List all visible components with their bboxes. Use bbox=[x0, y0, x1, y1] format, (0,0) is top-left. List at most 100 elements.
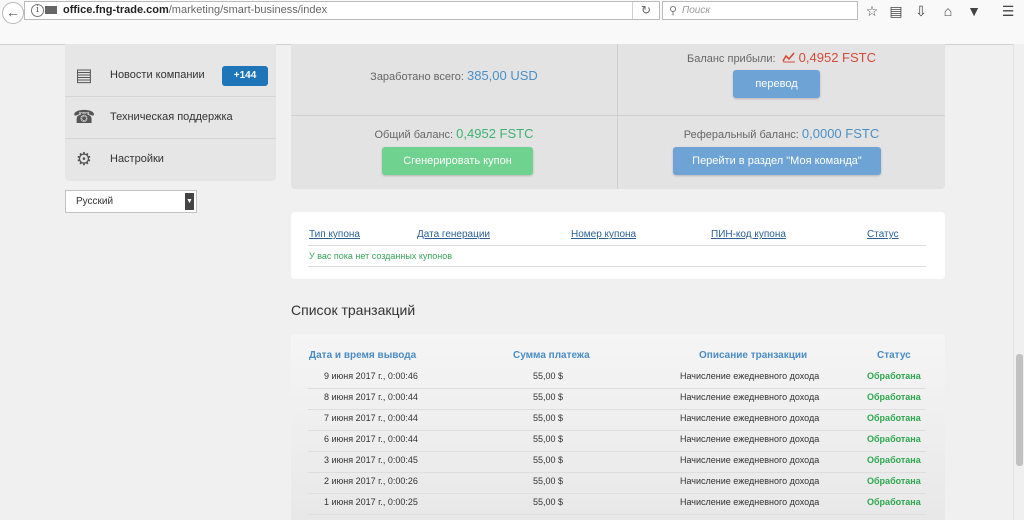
tx-status: Обработана bbox=[867, 497, 921, 507]
divider bbox=[617, 44, 618, 189]
coupon-header-pin[interactable]: ПИН-код купона bbox=[711, 229, 786, 240]
tx-status: Обработана bbox=[867, 434, 921, 444]
my-team-button[interactable]: Перейти в раздел "Моя команда" bbox=[673, 147, 881, 175]
home-icon[interactable]: ⌂ bbox=[940, 3, 956, 19]
url-path: /marketing/smart-business/index bbox=[168, 4, 328, 16]
coupon-table: Тип купона Дата генерации Номер купона П… bbox=[291, 212, 945, 279]
sidebar-item-label: Техническая поддержка bbox=[110, 111, 233, 123]
tx-header-description: Описание транзакции bbox=[699, 350, 808, 361]
generate-coupon-button[interactable]: Сгенерировать купон bbox=[382, 147, 533, 175]
scrollbar-thumb[interactable] bbox=[1016, 354, 1023, 466]
tx-description: Начисление ежедневного дохода bbox=[680, 371, 820, 381]
gear-icon: ⚙ bbox=[75, 149, 93, 169]
tx-date: 2 июня 2017 г., 0:00:26 bbox=[324, 476, 418, 486]
tx-description: Начисление ежедневного дохода bbox=[680, 434, 820, 444]
tx-header-date: Дата и время вывода bbox=[309, 350, 417, 361]
tx-status: Обработана bbox=[867, 413, 921, 423]
url-domain: office.fng-trade.com bbox=[63, 4, 169, 16]
tx-amount: 55,00 $ bbox=[533, 497, 564, 507]
language-value: Русский bbox=[76, 196, 114, 207]
total-value: 0,4952 FSTC bbox=[456, 126, 534, 141]
sidebar-menu: ▤ Новости компании +144 ☎ Техническая по… bbox=[65, 44, 276, 181]
coupon-header-number[interactable]: Номер купона bbox=[571, 229, 636, 240]
tx-status: Обработана bbox=[867, 476, 921, 486]
reading-list-icon[interactable]: ▤ bbox=[888, 3, 904, 19]
news-icon: ▤ bbox=[75, 65, 93, 85]
tx-header-status: Статус bbox=[877, 350, 911, 361]
total-balance: Общий баланс: 0,4952 FSTC bbox=[291, 126, 617, 141]
table-row: 8 июня 2017 г., 0:00:44 55,00 $ Начисление… bbox=[308, 388, 926, 410]
tx-date: 9 июня 2017 г., 0:00:46 bbox=[324, 371, 418, 381]
divider bbox=[308, 245, 926, 246]
coupon-header-status[interactable]: Статус bbox=[867, 229, 899, 240]
tx-status: Обработана bbox=[867, 371, 921, 381]
table-row: 6 июня 2017 г., 0:00:44 55,00 $ Начисление… bbox=[308, 430, 926, 452]
coupon-header-date[interactable]: Дата генерации bbox=[417, 229, 490, 240]
sidebar-item-support[interactable]: ☎ Техническая поддержка bbox=[65, 98, 276, 139]
browser-toolbar: ← i office.fng-trade.com/marketing/smart… bbox=[0, 0, 1024, 45]
tx-status: Обработана bbox=[867, 455, 921, 465]
info-icon[interactable]: i bbox=[31, 4, 44, 17]
earned-value: 385,00 USD bbox=[466, 68, 538, 83]
sidebar-item-news[interactable]: ▤ Новости компании +144 bbox=[65, 56, 276, 97]
table-row: 3 июня 2017 г., 0:00:45 55,00 $ Начисление… bbox=[308, 451, 926, 473]
table-row: 1 июня 2017 г., 0:00:25 55,00 $ Начисление… bbox=[308, 493, 926, 515]
divider bbox=[291, 115, 945, 116]
pocket-icon[interactable]: ▼ bbox=[966, 3, 982, 19]
referral-value: 0,0000 FSTC bbox=[801, 126, 880, 141]
tx-date: 1 июня 2017 г., 0:00:25 bbox=[324, 497, 418, 507]
tx-date: 8 июня 2017 г., 0:00:44 bbox=[324, 392, 418, 402]
transactions-title: Список транзакций bbox=[291, 302, 416, 318]
tx-amount: 55,00 $ bbox=[533, 392, 564, 402]
tx-description: Начисление ежедневного дохода bbox=[680, 455, 820, 465]
star-bookmark-icon[interactable]: ☆ bbox=[864, 3, 880, 19]
download-icon[interactable]: ⇩ bbox=[913, 3, 929, 19]
profit-balance: Баланс прибыли: 0,4952 FSTC bbox=[618, 50, 945, 65]
headset-icon: ☎ bbox=[73, 107, 96, 127]
reload-icon[interactable]: ↻ bbox=[632, 2, 659, 19]
profit-label: Баланс прибыли: bbox=[686, 53, 776, 65]
sidebar-item-settings[interactable]: ⚙ Настройки bbox=[65, 140, 276, 180]
divider bbox=[308, 266, 926, 267]
chevron-down-icon[interactable]: ▼ bbox=[185, 193, 194, 210]
tx-amount: 55,00 $ bbox=[533, 413, 564, 423]
search-icon: ⚲ bbox=[669, 5, 678, 17]
back-arrow-icon[interactable]: ← bbox=[2, 2, 24, 24]
sidebar-item-label: Настройки bbox=[110, 153, 164, 165]
page-icon bbox=[45, 6, 57, 14]
table-row: 9 июня 2017 г., 0:00:46 55,00 $ Начисление… bbox=[308, 367, 926, 389]
transfer-button[interactable]: перевод bbox=[733, 70, 820, 98]
tx-status: Обработана bbox=[867, 392, 921, 402]
table-row: 7 июня 2017 г., 0:00:44 55,00 $ Начисление… bbox=[308, 409, 926, 431]
trend-up-icon bbox=[781, 52, 795, 63]
referral-balance: Реферальный баланс: 0,0000 FSTC bbox=[618, 126, 945, 141]
address-bar[interactable]: i office.fng-trade.com/marketing/smart-b… bbox=[24, 1, 660, 20]
total-label: Общий баланс: bbox=[374, 129, 454, 141]
coupon-empty-message: У вас пока нет созданных купонов bbox=[309, 251, 452, 261]
tx-header-amount: Сумма платежа bbox=[513, 350, 590, 361]
earned-total: Заработано всего: 385,00 USD bbox=[291, 68, 617, 83]
tx-description: Начисление ежедневного дохода bbox=[680, 476, 820, 486]
profit-value: 0,4952 FSTC bbox=[798, 50, 876, 65]
tx-description: Начисление ежедневного дохода bbox=[680, 413, 820, 423]
tx-amount: 55,00 $ bbox=[533, 455, 564, 465]
page-scrollbar[interactable] bbox=[1013, 44, 1024, 520]
url-text[interactable]: office.fng-trade.com/marketing/smart-bus… bbox=[63, 4, 327, 16]
earned-label: Заработано всего: bbox=[370, 71, 464, 83]
tx-date: 6 июня 2017 г., 0:00:44 bbox=[324, 434, 418, 444]
tx-description: Начисление ежедневного дохода bbox=[680, 392, 820, 402]
search-placeholder: Поиск bbox=[682, 5, 711, 16]
menu-icon[interactable]: ☰ bbox=[1000, 3, 1016, 19]
tx-amount: 55,00 $ bbox=[533, 434, 564, 444]
coupon-header-type[interactable]: Тип купона bbox=[309, 229, 360, 240]
tx-amount: 55,00 $ bbox=[533, 476, 564, 486]
balance-panel: Заработано всего: 385,00 USD Баланс приб… bbox=[291, 44, 945, 189]
tx-amount: 55,00 $ bbox=[533, 371, 564, 381]
transactions-table: Дата и время вывода Сумма платежа Описан… bbox=[291, 334, 945, 520]
referral-label: Реферальный баланс: bbox=[683, 129, 799, 141]
language-select[interactable]: Русский ▼ bbox=[65, 190, 197, 213]
search-input[interactable]: ⚲ Поиск bbox=[662, 1, 858, 20]
table-row: 2 июня 2017 г., 0:00:26 55,00 $ Начисление… bbox=[308, 472, 926, 494]
tx-date: 3 июня 2017 г., 0:00:45 bbox=[324, 455, 418, 465]
news-count-badge[interactable]: +144 bbox=[222, 66, 268, 86]
